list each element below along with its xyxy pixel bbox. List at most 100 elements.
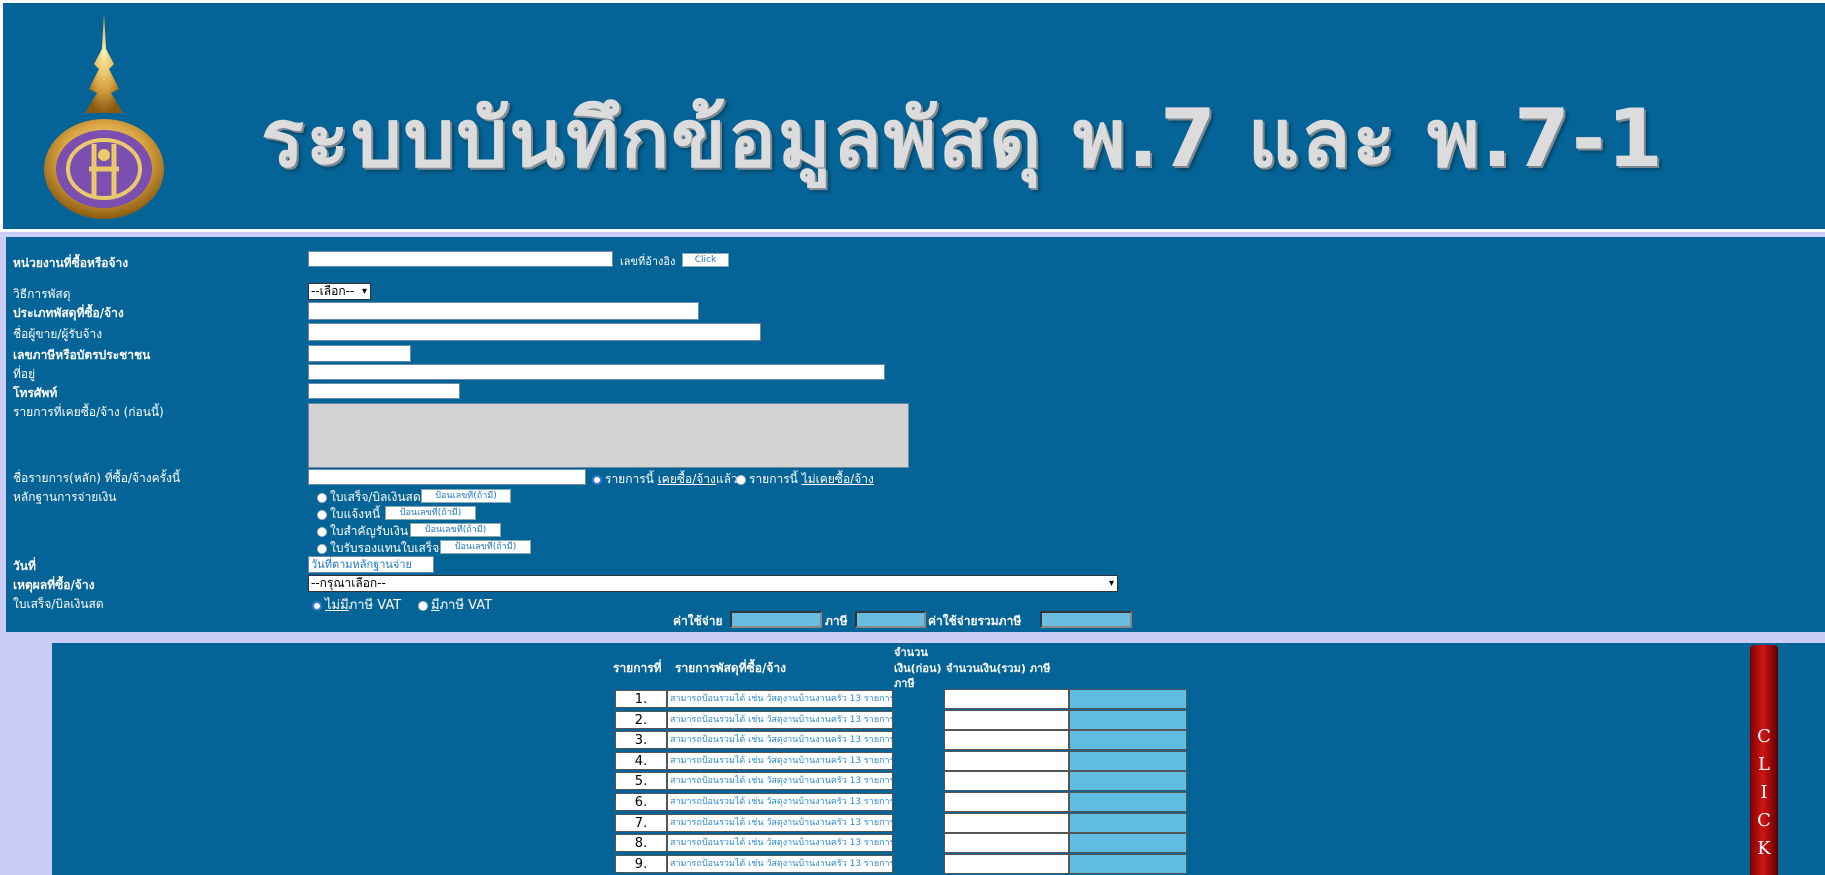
- item-name-input[interactable]: [308, 469, 586, 485]
- vat-none-suffix: ภาษี VAT: [348, 598, 402, 613]
- bought-before-suffix: แล้ว: [715, 472, 738, 486]
- taxid-label: เลขภาษีหรือบัตรประชาชน: [13, 348, 151, 362]
- item-name-label: ชื่อรายการ(หลัก) ที่ซื้อ/จ้างครั้งนี้: [13, 471, 181, 485]
- history-label: รายการที่เคยซื้อ/จ้าง (ก่อนนี้): [13, 405, 164, 419]
- click-side-button[interactable]: C L I C K: [1750, 645, 1778, 875]
- row-total-input[interactable]: [1069, 730, 1187, 750]
- bought-before-radio-group[interactable]: รายการนี้ เคยซื้อ/จ้างแล้ว: [592, 470, 738, 489]
- row-description-input[interactable]: สามารถป้อนรวมได้ เช่น วัสดุงานบ้านงานครั…: [667, 752, 893, 770]
- page-title: ระบบบันทึกข้อมูลพัสดุ พ.7 และ พ.7-1: [261, 92, 1665, 185]
- row-description-input[interactable]: สามารถป้อนรวมได้ เช่น วัสดุงานบ้านงานครั…: [667, 814, 893, 832]
- vat-has-option[interactable]: มีภาษี VAT: [418, 594, 492, 615]
- row-total-input[interactable]: [1069, 792, 1187, 812]
- vat-has-suffix: ภาษี VAT: [439, 598, 493, 613]
- vat-none-radio[interactable]: [312, 600, 322, 611]
- row-description-input[interactable]: สามารถป้อนรวมได้ เช่น วัสดุงานบ้านงานครั…: [667, 772, 893, 790]
- evidence-invoice-label: ใบแจ้งหนี้: [330, 507, 381, 521]
- row-number: 8.: [615, 834, 667, 852]
- row-number: 3.: [615, 731, 667, 749]
- not-bought-radio-group[interactable]: รายการนี้ ไม่เคยซื้อ/จ้าง: [736, 470, 874, 489]
- evidence-certificate-number-input[interactable]: ป้อนเลขที่(ถ้ามี): [440, 540, 531, 554]
- row-amount-input[interactable]: [944, 833, 1069, 853]
- header-banner: ระบบบันทึกข้อมูลพัสดุ พ.7 และ พ.7-1: [0, 0, 1825, 232]
- type-input[interactable]: [308, 302, 699, 320]
- not-bought-radio[interactable]: [736, 474, 746, 485]
- method-select[interactable]: --เลือก-- ▾: [308, 283, 371, 300]
- row-amount-input[interactable]: [944, 710, 1069, 730]
- evidence-receipt-label: ใบเสร็จ/บิลเงินสด: [330, 490, 421, 504]
- phone-label: โทรศัพท์: [13, 386, 58, 400]
- address-label: ที่อยู่: [13, 367, 36, 381]
- total-label: ค่าใช้จ่ายรวมภาษี: [928, 614, 1022, 628]
- row-description-input[interactable]: สามารถป้อนรวมได้ เช่น วัสดุงานบ้านงานครั…: [667, 793, 893, 811]
- row-amount-input[interactable]: [944, 813, 1069, 833]
- evidence-voucher-radio[interactable]: [317, 526, 327, 537]
- row-description-input[interactable]: สามารถป้อนรวมได้ เช่น วัสดุงานบ้านงานครั…: [667, 690, 893, 708]
- method-label: วิธีการพัสดุ: [13, 287, 71, 301]
- row-total-input[interactable]: [1069, 689, 1187, 709]
- click-letter: C: [1757, 810, 1771, 831]
- vat-has-radio[interactable]: [418, 600, 428, 611]
- click-letter: I: [1760, 782, 1768, 803]
- phone-input[interactable]: [308, 383, 460, 399]
- evidence-certificate-label: ใบรับรองแทนใบเสร็จ: [330, 541, 440, 555]
- row-number: 1.: [615, 690, 667, 708]
- row-description-input[interactable]: สามารถป้อนรวมได้ เช่น วัสดุงานบ้านงานครั…: [667, 731, 893, 749]
- date-input[interactable]: วันที่ตามหลักฐานจ่าย: [308, 556, 434, 573]
- row-description-input[interactable]: สามารถป้อนรวมได้ เช่น วัสดุงานบ้านงานครั…: [667, 711, 893, 729]
- vat-none-option[interactable]: ไม่มีภาษี VAT: [312, 594, 401, 615]
- tax-label: ภาษี: [825, 614, 848, 628]
- row-amount-input[interactable]: [944, 771, 1069, 791]
- row-number: 5.: [615, 772, 667, 790]
- evidence-voucher-number-input[interactable]: ป้อนเลขที่(ถ้ามี): [410, 523, 501, 537]
- row-amount-input[interactable]: [944, 730, 1069, 750]
- click-bar-spacer: [1750, 645, 1778, 723]
- not-bought-link[interactable]: ไม่เคยซื้อ/จ้าง: [802, 472, 874, 486]
- address-input[interactable]: [308, 364, 885, 380]
- reason-select-value: --กรุณาเลือก--: [311, 576, 386, 590]
- row-number: 9.: [615, 855, 667, 873]
- method-select-value: --เลือก--: [311, 284, 355, 298]
- click-letter: L: [1758, 754, 1770, 775]
- row-amount-input[interactable]: [944, 751, 1069, 771]
- row-total-input[interactable]: [1069, 813, 1187, 833]
- row-total-input[interactable]: [1069, 710, 1187, 730]
- reason-select[interactable]: --กรุณาเลือก-- ▾: [308, 575, 1118, 592]
- evidence-invoice-number-input[interactable]: ป้อนเลขที่(ถ้ามี): [385, 506, 476, 520]
- tax-input[interactable]: [855, 611, 926, 628]
- reason-label: เหตุผลที่ซื้อ/จ้าง: [13, 578, 95, 592]
- bought-before-radio[interactable]: [592, 474, 602, 485]
- evidence-label: หลักฐานการจ่ายเงิน: [13, 490, 117, 504]
- university-emblem-icon: [44, 13, 164, 219]
- row-number: 7.: [615, 814, 667, 832]
- seller-input[interactable]: [308, 323, 761, 341]
- history-textarea[interactable]: [308, 403, 909, 468]
- row-total-input[interactable]: [1069, 833, 1187, 853]
- evidence-certificate-radio[interactable]: [317, 543, 327, 554]
- unit-input[interactable]: [308, 251, 613, 267]
- bought-before-link[interactable]: เคยซื้อ/จ้าง: [658, 472, 716, 486]
- evidence-receipt-number-input[interactable]: ป้อนเลขที่(ถ้ามี): [421, 489, 511, 503]
- ref-label: เลขที่อ้างอิง: [620, 255, 676, 268]
- col-no-header: รายการที่: [613, 661, 662, 675]
- row-number: 6.: [615, 793, 667, 811]
- total-input[interactable]: [1040, 611, 1132, 628]
- receipt-label: ใบเสร็จ/บิลเงินสด: [13, 597, 104, 611]
- row-amount-input[interactable]: [944, 689, 1069, 709]
- vat-has-link[interactable]: มี: [431, 598, 440, 613]
- taxid-input[interactable]: [308, 345, 411, 362]
- cost-input[interactable]: [730, 611, 822, 628]
- vat-none-link[interactable]: ไม่มี: [325, 598, 349, 613]
- row-description-input[interactable]: สามารถป้อนรวมได้ เช่น วัสดุงานบ้านงานครั…: [667, 834, 893, 852]
- row-total-input[interactable]: [1069, 854, 1187, 874]
- evidence-receipt-radio[interactable]: [317, 492, 327, 503]
- row-amount-input[interactable]: [944, 854, 1069, 874]
- row-total-input[interactable]: [1069, 751, 1187, 771]
- row-description-input[interactable]: สามารถป้อนรวมได้ เช่น วัสดุงานบ้านงานครั…: [667, 855, 893, 873]
- ref-click-button[interactable]: Click: [682, 253, 729, 267]
- col-amount-header-line3: ภาษี: [894, 677, 915, 690]
- evidence-invoice-radio[interactable]: [317, 509, 327, 520]
- row-total-input[interactable]: [1069, 771, 1187, 791]
- chevron-down-icon: ▾: [361, 286, 367, 297]
- row-amount-input[interactable]: [944, 792, 1069, 812]
